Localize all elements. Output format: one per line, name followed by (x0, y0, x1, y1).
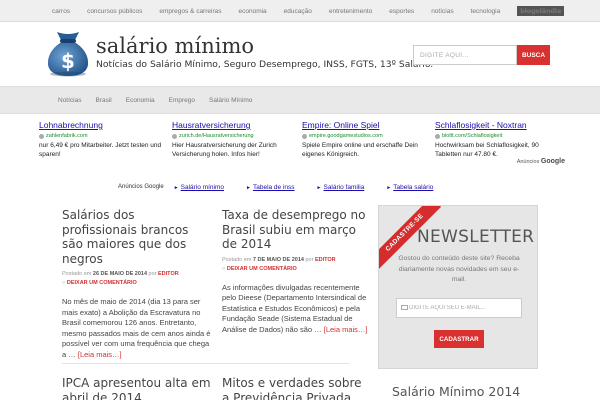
ad-block: Lohnabrechnung zahlenfabrik.com nur 6,49… (35, 120, 565, 180)
site-tagline: Notícias do Salário Mínimo, Seguro Desem… (96, 59, 434, 70)
ad-description: Hier Hausratversicherung der Zurich Vers… (172, 142, 277, 158)
ad-item: Schlaflosigkeit - Noxtran bioltt.com/Sch… (435, 120, 560, 159)
read-more-link[interactable]: [Leia mais…] (324, 325, 368, 334)
ad-url-text: zurich.de/Hausratversicherung (179, 133, 254, 139)
ad-favicon-icon (435, 133, 440, 139)
google-ads-label[interactable]: Anúncios Google (517, 158, 565, 165)
post-title[interactable]: Salários dos profissionais brancos são m… (62, 208, 212, 266)
ad-link-units: Anúncios Google Salário mínimo Tabela de… (118, 182, 455, 192)
site-title[interactable]: salário mínimo (96, 34, 254, 58)
ad-url-text: empire.goodgamestudios.com (309, 133, 383, 139)
ad-url[interactable]: empire.goodgamestudios.com (302, 133, 427, 139)
ad-title[interactable]: Empire: Online Spiel (302, 120, 427, 130)
top-link-economia[interactable]: economia (238, 8, 266, 15)
post-card: Mitos e verdades sobre a Previdência Pri… (222, 376, 372, 400)
post-card: IPCA apresentou alta em abril de 2014 (62, 376, 212, 400)
leave-comment-link[interactable]: DEIXAR UM COMENTÁRIO (227, 266, 297, 272)
link-units-label[interactable]: Anúncios Google (118, 184, 164, 190)
ad-title[interactable]: Lohnabrechnung (39, 120, 164, 130)
post-date: 26 DE MAIO DE 2014 (92, 271, 147, 277)
nav-item-salario-minimo[interactable]: Salário Mínimo (209, 97, 252, 104)
post-title[interactable]: Mitos e verdades sobre a Previdência Pri… (222, 376, 372, 400)
nav-item-brasil[interactable]: Brasil (95, 97, 111, 104)
top-link-noticias[interactable]: notícias (431, 8, 453, 15)
post-author-link[interactable]: EDITOR (315, 257, 336, 263)
ad-url[interactable]: bioltt.com/Schlaflosigkeit (435, 133, 560, 139)
link-unit-salario-minimo[interactable]: Salário mínimo (174, 184, 224, 191)
site-header: $ salário mínimo Notícias do Salário Mín… (0, 22, 600, 84)
ad-item: Hausratversicherung zurich.de/Hausratver… (172, 120, 297, 159)
ad-item: Lohnabrechnung zahlenfabrik.com nur 6,49… (39, 120, 164, 159)
read-more-link[interactable]: [Leia mais…] (78, 350, 122, 359)
top-network-links: carros concursos públicos empregos & car… (52, 0, 581, 22)
ad-favicon-icon (302, 133, 307, 139)
post-meta-label: Postado em (222, 256, 252, 263)
newsletter-title: NEWSLETTER (417, 227, 535, 247)
svg-text:$: $ (61, 49, 75, 73)
ad-title[interactable]: Hausratversicherung (172, 120, 297, 130)
post-excerpt: As informações divulgadas recentemente p… (222, 283, 372, 336)
nav-item-emprego[interactable]: Emprego (169, 97, 195, 104)
nav-item-noticias[interactable]: Notícias (58, 97, 81, 104)
post-divider (62, 363, 350, 364)
top-network-bar: carros concursos públicos empregos & car… (0, 0, 600, 22)
search-input[interactable] (413, 45, 517, 65)
money-bag-icon[interactable]: $ (45, 30, 91, 78)
search-button[interactable]: BUSCA (517, 45, 550, 65)
google-ads-label-text: Anúncios (516, 159, 540, 165)
top-link-tecnologia[interactable]: tecnologia (471, 8, 501, 15)
top-link-esportes[interactable]: esportes (389, 8, 414, 15)
main-nav-items: Notícias Brasil Economia Emprego Salário… (58, 87, 266, 113)
post-meta: Postado em 7 DE MAIO DE 2014 por EDITOR … (222, 256, 372, 274)
post-date: 7 DE MAIO DE 2014 (252, 256, 304, 263)
newsletter-description: Gostou do conteúdo deste site? Receba di… (398, 255, 520, 283)
envelope-icon (401, 305, 408, 310)
newsletter-email-input[interactable] (396, 298, 522, 318)
link-unit-tabela-inss[interactable]: Tabela de inss (246, 184, 295, 191)
link-unit-salario-familia[interactable]: Salário familia (317, 184, 364, 191)
ad-title[interactable]: Schlaflosigkeit - Noxtran (435, 120, 560, 130)
post-title[interactable]: IPCA apresentou alta em abril de 2014 (62, 376, 212, 400)
post-card: Salários dos profissionais brancos são m… (62, 208, 212, 360)
ad-url-text: bioltt.com/Schlaflosigkeit (442, 133, 503, 139)
post-card: Taxa de desemprego no Brasil subiu em ma… (222, 208, 372, 335)
top-link-educacao[interactable]: educação (284, 8, 312, 15)
post-title[interactable]: Taxa de desemprego no Brasil subiu em ma… (222, 208, 372, 252)
ad-description: nur 6,49 € pro Mitarbeiter. Jetzt testen… (39, 142, 162, 158)
post-author-link[interactable]: EDITOR (158, 271, 179, 277)
post-meta-by: por (305, 256, 314, 263)
main-nav: Notícias Brasil Economia Emprego Salário… (0, 86, 600, 114)
blogolandia-logo[interactable]: blogolândia (517, 6, 565, 16)
post-meta: Postado em 26 DE MAIO DE 2014 por EDITOR… (62, 270, 212, 288)
nav-item-economia[interactable]: Economia (126, 97, 155, 104)
ad-favicon-icon (39, 133, 44, 139)
google-logo: Google (540, 158, 565, 165)
top-link-concursos[interactable]: concursos públicos (87, 8, 142, 15)
newsletter-subscribe-button[interactable]: CADASTRAR (434, 330, 484, 348)
ad-description: Spiele Empire online und erschaffe Dein … (302, 142, 418, 158)
post-meta-by: por (148, 271, 157, 277)
ad-url[interactable]: zahlenfabrik.com (39, 133, 164, 139)
link-unit-tabela-salario[interactable]: Tabela salário (386, 184, 433, 191)
post-excerpt: No mês de maio de 2014 (dia 13 para ser … (62, 297, 212, 360)
ad-item: Empire: Online Spiel empire.goodgamestud… (302, 120, 427, 159)
newsletter-widget: CADASTRE-SE NEWSLETTER Gostou do conteúd… (378, 205, 538, 369)
leave-comment-link[interactable]: DEIXAR UM COMENTÁRIO (67, 280, 137, 286)
sidebar-section-title: Salário Mínimo 2014 (392, 384, 521, 399)
ad-favicon-icon (172, 133, 177, 139)
top-link-empregos[interactable]: empregos & carreiras (159, 8, 221, 15)
post-meta-label: Postado em (62, 271, 92, 277)
ad-description: Hochwirksam bei Schlaflosigkeit, 90 Tabl… (435, 142, 539, 158)
ad-url-text: zahlenfabrik.com (46, 133, 88, 139)
ad-url[interactable]: zurich.de/Hausratversicherung (172, 133, 297, 139)
top-link-carros[interactable]: carros (52, 8, 70, 15)
search-form: BUSCA (413, 45, 550, 65)
top-link-entretenimento[interactable]: entretenimento (329, 8, 372, 15)
